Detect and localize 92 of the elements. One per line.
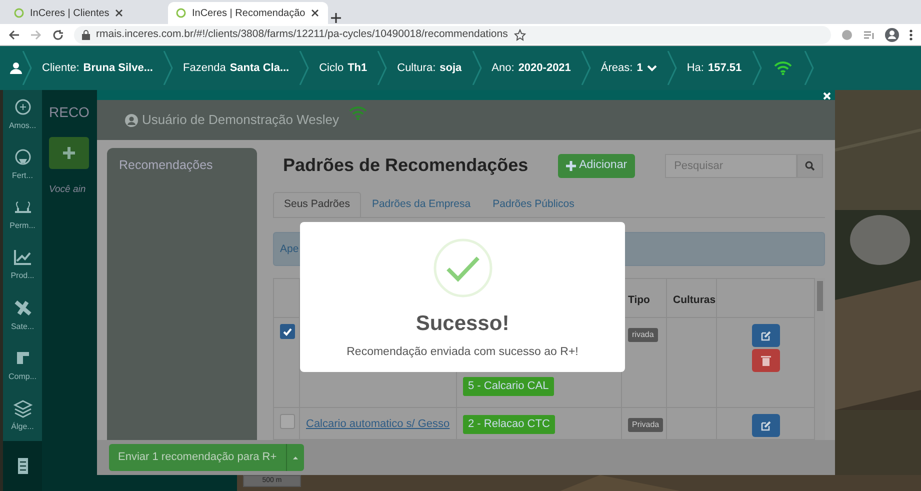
breadcrumb-value[interactable]: 2020-2021 <box>518 60 571 76</box>
breadcrumb-label: Fazenda <box>183 60 226 76</box>
tab[interactable]: Padrões Públicos <box>482 192 586 217</box>
breadcrumb-value[interactable]: Th1 <box>348 60 368 76</box>
plus-icon <box>566 161 576 171</box>
breadcrumb-value[interactable]: soja <box>440 60 462 76</box>
tool-icon <box>12 398 32 419</box>
trash-icon <box>760 355 770 366</box>
breadcrumb-label: Cultura: <box>397 60 436 76</box>
menu-icon[interactable] <box>909 28 913 40</box>
step-tag: 2 - Relacao CTC <box>463 415 555 434</box>
loading-icon <box>14 8 24 18</box>
chevron-icon <box>666 51 677 85</box>
tab[interactable]: Seus Padrões <box>273 192 361 217</box>
user-name: Usuário de Demonstração Wesley <box>142 111 340 130</box>
column-header: Culturas <box>667 279 717 317</box>
check-icon <box>283 328 292 336</box>
sidebar-item[interactable]: Sate... <box>3 290 42 341</box>
star-icon[interactable] <box>514 28 526 40</box>
sidebar-item[interactable]: Fert... <box>3 140 42 190</box>
breadcrumb-label: Cliente: <box>42 60 80 76</box>
breadcrumb-label: Ha: <box>686 60 704 76</box>
sidebar-item[interactable]: Álge... <box>3 390 42 441</box>
close-icon[interactable] <box>311 9 320 17</box>
chevron-icon <box>163 51 173 85</box>
panel-title: RECO <box>49 103 90 122</box>
menu-title: Recomendações <box>119 157 214 174</box>
chevron-icon <box>22 51 32 85</box>
sidebar-item[interactable]: Perm... <box>3 190 42 240</box>
lock-icon <box>82 30 90 40</box>
breadcrumb-label: Áreas: <box>600 60 633 76</box>
tab-title: InCeres | Clientes <box>30 6 110 20</box>
type-label: rivada <box>628 328 658 342</box>
close-button[interactable] <box>823 90 831 100</box>
empty-message: Você ain <box>49 183 86 197</box>
close-icon <box>823 92 831 100</box>
recommendation-link[interactable]: Calcario automatico s/ Gesso <box>306 418 450 430</box>
breadcrumb-value[interactable]: 157.51 <box>708 60 742 76</box>
edit-button[interactable] <box>752 414 780 437</box>
plus-icon <box>63 147 75 159</box>
breadcrumb-value[interactable]: Santa Cla... <box>230 60 290 76</box>
chevron-icon <box>804 51 814 85</box>
search-button[interactable] <box>797 154 824 178</box>
checkbox[interactable] <box>280 324 295 339</box>
sidebar-item[interactable]: Prod... <box>3 240 42 290</box>
user-icon <box>125 114 138 126</box>
url-text: rmais.inceres.com.br/#!/clients/3808/farms/12211/pa-cycles/10490018/recommendations <box>96 26 508 42</box>
user-icon[interactable] <box>10 62 22 74</box>
add-button[interactable]: Adicionar <box>558 154 636 178</box>
sidebar-item[interactable]: Amos... <box>3 90 42 140</box>
check-icon <box>432 238 492 298</box>
add-button[interactable] <box>49 137 89 169</box>
browser-tab[interactable]: InCeres | Recomendação <box>168 2 328 24</box>
chevron-icon <box>752 51 762 85</box>
dropdown-toggle[interactable] <box>286 444 304 471</box>
browser-tab[interactable]: InCeres | Clientes <box>6 2 166 24</box>
edit-icon <box>760 330 772 342</box>
chevron-icon <box>299 51 310 85</box>
breadcrumb-value[interactable]: 1 <box>636 60 643 76</box>
tab-title: InCeres | Recomendação <box>192 6 306 20</box>
account-icon[interactable] <box>885 28 899 42</box>
reload-icon[interactable] <box>52 28 64 40</box>
sidebar-item[interactable] <box>3 440 42 491</box>
wifi-icon <box>774 61 792 75</box>
checkbox[interactable] <box>280 414 295 429</box>
caret-icon[interactable] <box>646 64 657 72</box>
chevron-icon <box>472 51 482 85</box>
success-message: Recomendação enviada com sucesso ao R+! <box>346 344 578 360</box>
success-title: Sucesso! <box>416 311 510 337</box>
tab[interactable]: Padrões da Empresa <box>360 192 482 217</box>
back-icon[interactable] <box>8 28 20 40</box>
step-tag: 5 - Calcario CAL <box>463 377 554 396</box>
playlist-icon[interactable] <box>863 28 875 40</box>
sidebar-item[interactable]: Comp... <box>3 340 42 391</box>
edit-button[interactable] <box>752 324 780 347</box>
edit-icon <box>760 420 772 432</box>
type-label: Privada <box>628 418 664 432</box>
breadcrumb-value[interactable]: Bruna Silve... <box>83 60 153 76</box>
page-title: Padrões de Recomendações <box>283 155 528 177</box>
delete-button[interactable] <box>752 349 780 372</box>
loading-icon <box>176 8 186 18</box>
chevron-icon <box>377 51 388 85</box>
new-tab-icon[interactable] <box>330 12 342 24</box>
wifi-icon <box>349 106 368 120</box>
caret-icon <box>292 456 298 460</box>
send-button[interactable]: Enviar 1 recomendação para R+ <box>109 444 286 471</box>
breadcrumb-label: Ciclo <box>319 60 344 76</box>
search-icon <box>805 161 816 171</box>
chevron-icon <box>580 51 591 85</box>
close-icon[interactable] <box>115 9 124 17</box>
breadcrumb-label: Ano: <box>492 60 514 76</box>
address-bar[interactable]: rmais.inceres.com.br/#!/clients/3808/farms/12211/pa-cycles/10490018/recommendations <box>74 26 831 44</box>
